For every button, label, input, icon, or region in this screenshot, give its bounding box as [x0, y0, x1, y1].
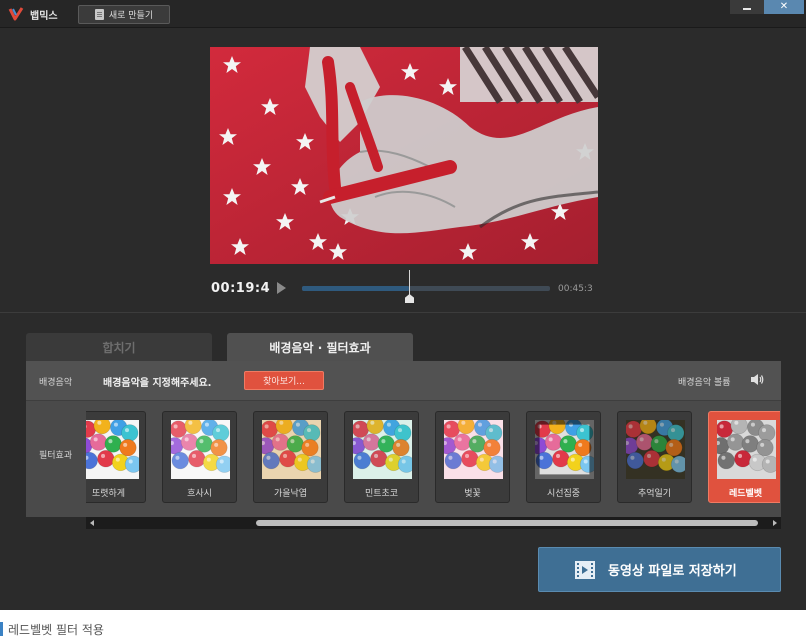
filter-name: 흐사시 [187, 489, 212, 499]
play-icon[interactable] [277, 282, 286, 294]
new-project-button[interactable]: 새로 만들기 [78, 5, 170, 24]
save-video-label: 동영상 파일로 저장하기 [608, 564, 737, 579]
total-time: 00:45:3 [558, 284, 593, 294]
title-bar: 뱁믹스 새로 만들기 ✕ [0, 0, 806, 28]
filter-thumbnail [262, 420, 321, 479]
current-time: 00:19:4 [211, 281, 271, 296]
playhead-knob [405, 294, 414, 303]
filter-name: 민트초코 [364, 489, 399, 499]
save-video-button[interactable]: 동영상 파일로 저장하기 [538, 547, 781, 592]
balloons-image [86, 420, 139, 479]
filter-name: 추억일기 [637, 489, 672, 499]
filter-item[interactable]: 또렷하게 [86, 411, 146, 503]
filter-item[interactable]: 시선집중 [526, 411, 601, 503]
filter-item[interactable]: 가을낙엽 [253, 411, 328, 503]
section-divider [0, 312, 806, 313]
balloons-image [262, 420, 321, 479]
video-preview [210, 47, 598, 264]
filter-list: 또렷하게 흐사시 가을낙엽 민트초코 벚꽃 시선집중 추억일기 레드벨벳 [86, 401, 780, 517]
video-frame [210, 47, 598, 264]
app-logo-icon [8, 7, 24, 21]
filter-thumbnail [717, 420, 776, 479]
close-button[interactable]: ✕ [764, 0, 804, 14]
filter-thumbnail [86, 420, 139, 479]
speaker-icon[interactable] [750, 373, 764, 386]
scroll-right-icon[interactable] [773, 520, 777, 526]
filter-thumbnail [535, 420, 594, 479]
scroll-left-icon[interactable] [90, 520, 94, 526]
seek-bar[interactable] [302, 286, 550, 291]
minimize-button[interactable] [730, 0, 764, 14]
balloons-image [353, 420, 412, 479]
figure-caption: 레드벨벳 필터 적용 [0, 620, 104, 638]
balloons-image [171, 420, 230, 479]
document-icon [94, 9, 104, 20]
scrollbar-thumb[interactable] [256, 520, 758, 526]
balloons-image [626, 420, 685, 479]
balloons-image [535, 420, 594, 479]
background-music-row: 배경음악 배경음악을 지정해주세요. 찾아보기... 배경음악 볼륨 [26, 361, 781, 401]
app-window: 뱁믹스 새로 만들기 ✕ 00:19:4 00:45:3 합치기 배경음악 · … [0, 0, 806, 610]
filter-item[interactable]: 민트초코 [344, 411, 419, 503]
music-prompt: 배경음악을 지정해주세요. [103, 378, 212, 389]
tab-merge[interactable]: 합치기 [26, 333, 212, 361]
caption-text: 레드벨벳 필터 적용 [8, 622, 104, 637]
music-label: 배경음악 [39, 378, 73, 388]
playhead-stem [409, 270, 410, 298]
filter-name: 레드벨벳 [728, 489, 763, 499]
balloons-image [444, 420, 503, 479]
caption-bar [0, 622, 3, 636]
filter-name: 벚꽃 [464, 489, 481, 499]
filter-scrollbar[interactable] [86, 517, 781, 529]
playhead-handle[interactable] [405, 270, 414, 304]
filter-thumbnail [353, 420, 412, 479]
seek-bar-progress [302, 286, 409, 291]
new-project-label: 새로 만들기 [108, 11, 154, 21]
filter-item[interactable]: 레드벨벳 [708, 411, 780, 503]
filter-item[interactable]: 흐사시 [162, 411, 237, 503]
filter-thumbnail [444, 420, 503, 479]
filter-item[interactable]: 벚꽃 [435, 411, 510, 503]
browse-button[interactable]: 찾아보기... [244, 371, 324, 390]
filter-name: 가을낙엽 [273, 489, 308, 499]
filter-thumbnail [626, 420, 685, 479]
filter-label: 필터효과 [39, 451, 73, 461]
filter-name: 또렷하게 [91, 489, 126, 499]
film-icon [575, 560, 595, 579]
filter-item[interactable]: 추억일기 [617, 411, 692, 503]
volume-label: 배경음악 볼륨 [678, 378, 731, 388]
filter-name: 시선집중 [546, 489, 581, 499]
filter-thumbnail [171, 420, 230, 479]
tab-music-filter[interactable]: 배경음악 · 필터효과 [227, 333, 413, 361]
balloons-image [717, 420, 776, 479]
app-title: 뱁믹스 [30, 11, 58, 22]
